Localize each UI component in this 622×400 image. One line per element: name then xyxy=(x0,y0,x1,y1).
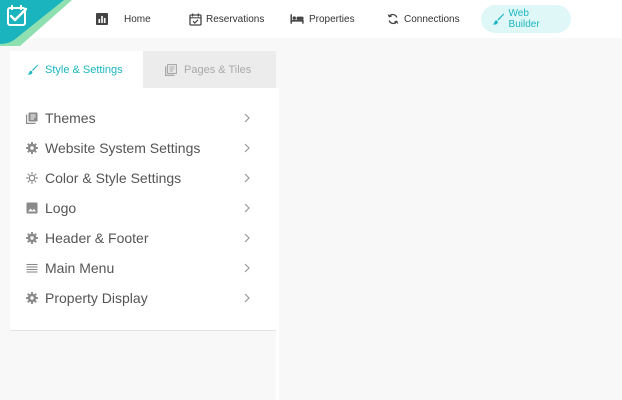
chevron-right-icon xyxy=(244,143,250,153)
image-icon xyxy=(26,202,38,214)
brush-icon xyxy=(26,64,38,76)
tab-pages-tiles[interactable]: Pages & Tiles xyxy=(143,51,276,88)
chevron-right-icon xyxy=(244,203,250,213)
tab-style-settings-label: Style & Settings xyxy=(45,63,123,76)
nav-home-label: Home xyxy=(124,13,151,25)
nav-web-builder-label: Web Builder xyxy=(508,8,540,30)
menu-item-label: Themes xyxy=(45,110,96,126)
menu-item-logo[interactable]: Logo xyxy=(10,193,276,223)
chevron-right-icon xyxy=(244,233,250,243)
nav-connections[interactable]: Connections xyxy=(386,5,460,33)
menu-item-label: Logo xyxy=(45,200,77,216)
calendar-check-icon xyxy=(188,12,202,26)
menu-item-label: Main Menu xyxy=(45,260,115,276)
settings-panel: Style & Settings Pages & Tiles Themes We… xyxy=(10,51,276,331)
builder-canvas xyxy=(279,38,622,400)
settings-menu: Themes Website System Settings Color & S… xyxy=(10,103,276,313)
nav-home[interactable]: Home xyxy=(95,5,151,33)
library-icon xyxy=(26,112,38,124)
menu-item-main-menu[interactable]: Main Menu xyxy=(10,253,276,283)
menu-item-label: Property Display xyxy=(45,290,148,306)
chevron-right-icon xyxy=(244,293,250,303)
app-logo-icon[interactable] xyxy=(0,0,72,46)
nav-web-builder[interactable]: Web Builder xyxy=(481,5,571,33)
gear-icon xyxy=(26,292,38,304)
menu-item-label: Color & Style Settings xyxy=(45,170,182,186)
chevron-right-icon xyxy=(244,113,250,123)
menu-item-property-display[interactable]: Property Display xyxy=(10,283,276,313)
menu-item-website-system-settings[interactable]: Website System Settings xyxy=(10,133,276,163)
tab-style-settings[interactable]: Style & Settings xyxy=(10,51,143,88)
library-icon xyxy=(165,63,177,76)
brush-icon xyxy=(491,12,505,26)
menu-item-themes[interactable]: Themes xyxy=(10,103,276,133)
top-navigation-bar: Home Reservations Properties Connections… xyxy=(0,0,622,46)
nav-properties[interactable]: Properties xyxy=(290,5,355,33)
nav-reservations-label: Reservations xyxy=(206,13,265,25)
nav-connections-label: Connections xyxy=(404,13,460,25)
brightness-icon xyxy=(26,172,38,184)
bar-chart-icon xyxy=(95,12,109,26)
lines-icon xyxy=(26,262,38,274)
gear-icon xyxy=(26,142,38,154)
bed-icon xyxy=(290,12,304,26)
nav-reservations[interactable]: Reservations xyxy=(188,5,264,33)
menu-item-label: Header & Footer xyxy=(45,230,149,246)
gear-icon xyxy=(26,232,38,244)
nav-properties-label: Properties xyxy=(309,13,355,25)
panel-divider xyxy=(276,88,279,400)
menu-item-color-style-settings[interactable]: Color & Style Settings xyxy=(10,163,276,193)
menu-item-header-footer[interactable]: Header & Footer xyxy=(10,223,276,253)
chevron-right-icon xyxy=(244,173,250,183)
tab-pages-tiles-label: Pages & Tiles xyxy=(184,63,252,76)
chevron-right-icon xyxy=(244,263,250,273)
sync-icon xyxy=(386,12,400,26)
menu-item-label: Website System Settings xyxy=(45,140,201,156)
